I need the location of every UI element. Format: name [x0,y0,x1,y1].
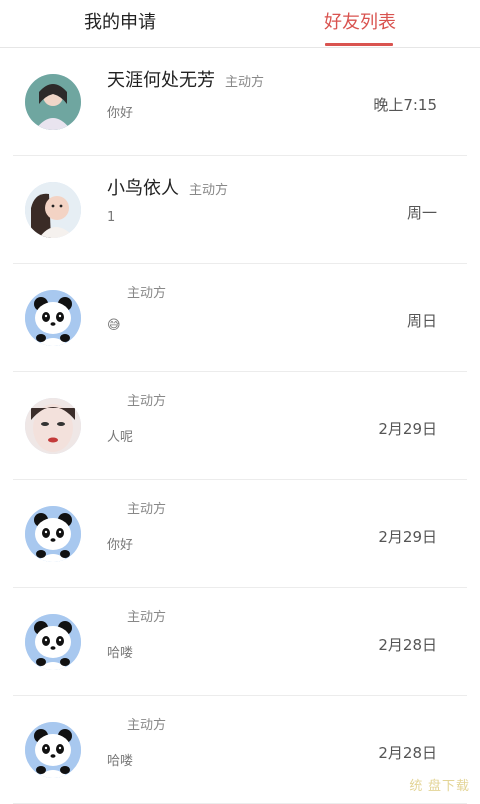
active-tab-indicator [325,43,393,46]
message-time: 2月29日 [378,528,437,546]
name-line: 天涯何处无芳 主动方 [107,66,264,92]
friend-list: 天涯何处无芳 主动方 你好 晚上7:15 小鸟依人 主动方 1 周一 主动方 😅… [0,48,480,804]
tab-my-applications[interactable]: 我的申请 [40,8,200,38]
watermark-logo: 统 盘下载 [409,778,470,793]
list-item[interactable]: 主动方 人呢 2月29日 [13,372,467,480]
panda-avatar [25,506,81,562]
message-time: 2月28日 [378,636,437,654]
last-message: 你好 [107,538,134,553]
tab-friend-list[interactable]: 好友列表 [280,8,440,38]
panda-avatar [25,290,81,346]
last-message: 你好 [107,106,134,121]
panda-avatar [25,722,81,778]
role-badge: 主动方 [127,718,167,733]
panda-avatar [25,614,81,670]
name-line: 主动方 [107,714,166,740]
role-badge: 主动方 [127,286,167,301]
message-time: 2月28日 [378,744,437,762]
photo-girl-2-avatar [25,182,81,238]
photo-girl-1-avatar [25,74,81,130]
name-line: 小鸟依人 主动方 [107,174,228,200]
role-badge: 主动方 [127,502,167,517]
list-item[interactable]: 主动方 哈喽 2月28日 [13,588,467,696]
friend-name: 天涯何处无芳 [107,70,215,91]
message-time: 晚上7:15 [373,96,437,114]
role-badge: 主动方 [189,183,229,198]
friend-name: 小鸟依人 [107,178,179,199]
name-line: 主动方 [107,498,166,524]
last-message: 哈喽 [107,754,134,769]
last-message: 😅 [107,318,121,333]
message-time: 2月29日 [378,420,437,438]
role-badge: 主动方 [127,610,167,625]
role-badge: 主动方 [127,394,167,409]
name-line: 主动方 [107,390,166,416]
last-message: 哈喽 [107,646,134,661]
message-time: 周一 [406,204,437,222]
role-badge: 主动方 [225,75,265,90]
list-item[interactable]: 主动方 你好 2月29日 [13,480,467,588]
list-item[interactable]: 小鸟依人 主动方 1 周一 [13,156,467,264]
last-message: 人呢 [107,430,134,445]
name-line: 主动方 [107,606,166,632]
tab-bar: 我的申请 好友列表 [0,0,480,48]
list-item[interactable]: 主动方 😅 周日 [13,264,467,372]
message-time: 周日 [406,312,437,330]
list-item[interactable]: 天涯何处无芳 主动方 你好 晚上7:15 [13,48,467,156]
list-item[interactable]: 主动方 哈喽 2月28日 [13,696,467,804]
name-line: 主动方 [107,282,166,308]
last-message: 1 [107,210,116,225]
photo-girl-3-avatar [25,398,81,454]
